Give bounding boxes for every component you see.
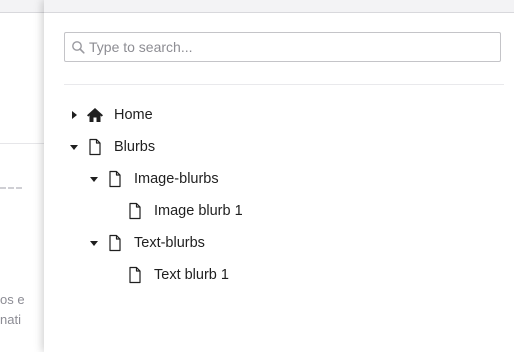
tree-item-label: Image-blurbs [134,171,219,187]
tree-item-image-blurbs[interactable]: Image-blurbs [88,167,219,191]
background-dashed-line [0,187,22,189]
document-icon [109,170,121,188]
tree-item-image-blurb-1[interactable]: Image blurb 1 [108,199,243,223]
app-root: os e nati Home Bl [0,0,514,352]
caret-spacer [108,269,120,281]
tree-item-text-blurbs[interactable]: Text-blurbs [88,231,205,255]
home-icon [87,108,103,122]
document-icon [129,202,141,220]
search-box[interactable] [64,32,501,62]
search-input[interactable] [89,37,489,57]
document-icon [129,266,141,284]
document-icon [89,138,101,156]
search-icon [72,41,85,54]
background-text: os e [0,292,25,307]
background-page: os e nati [0,0,44,352]
tree-item-label: Blurbs [114,139,156,155]
caret-down-icon[interactable] [68,141,80,153]
content-picker-panel: Home Blurbs Image-blurbs [44,0,514,352]
background-text: nati [0,312,21,327]
caret-down-icon[interactable] [88,237,100,249]
caret-right-icon[interactable] [68,109,80,121]
caret-spacer [108,205,120,217]
tree-item-text-blurb-1[interactable]: Text blurb 1 [108,263,229,287]
background-divider [0,143,44,144]
caret-down-icon[interactable] [88,173,100,185]
tree-item-label: Text-blurbs [134,235,205,251]
tree-item-label: Text blurb 1 [154,267,229,283]
tree-item-blurbs[interactable]: Blurbs [68,135,155,159]
tree-item-label: Home [114,107,153,123]
panel-header [44,0,514,13]
panel-divider [64,84,504,85]
tree-item-home[interactable]: Home [68,103,153,127]
background-header [0,0,44,13]
document-icon [109,234,121,252]
tree-item-label: Image blurb 1 [154,203,243,219]
